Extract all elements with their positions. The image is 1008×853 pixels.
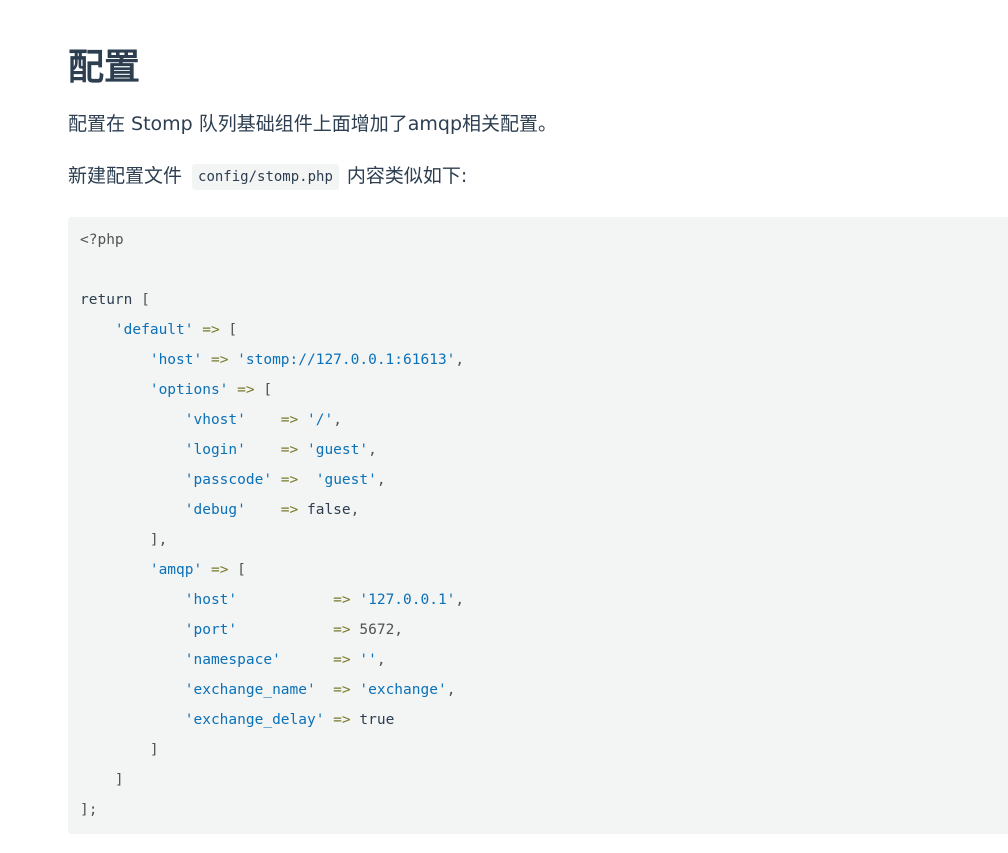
code-token: =>	[228, 382, 264, 398]
code-token: 'exchange_delay'	[184, 712, 325, 728]
code-line: 'host' => 'stomp://127.0.0.1:61613',	[80, 345, 464, 375]
code-token: ,	[368, 442, 377, 458]
code-token: ,	[446, 682, 456, 698]
code-block[interactable]: <?php return [ 'default' => [ 'host' => …	[68, 217, 1008, 834]
code-line: 'port' => 5672,	[80, 615, 464, 645]
code-token: ,	[333, 412, 342, 428]
code-token: =>	[324, 712, 360, 728]
code-token: ,	[350, 502, 360, 518]
code-token: =>	[272, 472, 316, 488]
code-lines: <?php return [ 'default' => [ 'host' => …	[80, 225, 464, 825]
new-file-text: 新建配置文件	[68, 165, 183, 187]
intro-paragraph: 配置在 Stomp 队列基础组件上面增加了amqp相关配置。	[68, 113, 558, 135]
code-token: ,	[455, 352, 465, 368]
code-token: 5672	[359, 622, 395, 638]
code-token: =>	[315, 682, 360, 698]
code-token: 'guest'	[315, 472, 377, 488]
code-token: [	[237, 562, 246, 578]
code-token: ]	[80, 742, 159, 758]
inline-code-filename: config/stomp.php	[192, 164, 339, 190]
code-token: '127.0.0.1'	[359, 592, 456, 608]
code-line: <?php	[80, 225, 464, 255]
code-token: 'debug'	[184, 502, 246, 518]
code-token: =>	[193, 322, 229, 338]
code-token: [	[263, 382, 273, 398]
code-token: 'guest'	[306, 442, 369, 458]
code-line: ],	[80, 525, 464, 555]
code-token: ]	[80, 772, 124, 788]
code-token: ],	[80, 532, 168, 548]
code-line: 'passcode' => 'guest',	[80, 465, 464, 495]
code-line: 'options' => [	[80, 375, 464, 405]
new-file-paragraph: 新建配置文件 config/stomp.php 内容类似如下:	[68, 162, 467, 190]
code-line: 'exchange_name' => 'exchange',	[80, 675, 464, 705]
code-token: 'port'	[184, 622, 238, 638]
code-line: 'default' => [	[80, 315, 464, 345]
code-token: true	[359, 712, 395, 728]
code-token: =>	[202, 352, 238, 368]
code-token: 'host'	[149, 352, 203, 368]
code-token: return	[80, 292, 133, 308]
code-token: 'default'	[114, 322, 194, 338]
code-token: 'namespace'	[184, 652, 281, 668]
code-token: =>	[202, 562, 238, 578]
code-token: <?php	[80, 232, 124, 248]
code-token: 'exchange_name'	[184, 682, 316, 698]
code-token: ''	[359, 652, 377, 668]
code-token: 'host'	[184, 592, 238, 608]
code-line: 'amqp' => [	[80, 555, 464, 585]
code-token: =>	[245, 412, 307, 428]
code-token: ,	[455, 592, 465, 608]
code-line: return [	[80, 285, 464, 315]
code-token: '/'	[306, 412, 334, 428]
code-token: =>	[237, 592, 360, 608]
code-token: =>	[280, 652, 360, 668]
new-file-text-after: 内容类似如下:	[346, 165, 468, 187]
code-token: false	[306, 502, 351, 518]
code-line: ]	[80, 735, 464, 765]
code-line: 'namespace' => '',	[80, 645, 464, 675]
code-line: 'debug' => false,	[80, 495, 464, 525]
code-line: ];	[80, 795, 464, 825]
code-token: 'passcode'	[184, 472, 273, 488]
code-token: 'vhost'	[184, 412, 246, 428]
code-token: ,	[376, 472, 386, 488]
code-token: 'options'	[149, 382, 229, 398]
code-token: 'stomp://127.0.0.1:61613'	[237, 352, 456, 368]
code-line: 'host' => '127.0.0.1',	[80, 585, 464, 615]
code-token: ];	[80, 802, 98, 818]
page-title: 配置	[68, 47, 141, 88]
code-token: =>	[245, 442, 307, 458]
code-token: 'exchange'	[359, 682, 447, 698]
code-token: [	[132, 292, 150, 308]
code-token: =>	[245, 502, 307, 518]
code-line: ]	[80, 765, 464, 795]
code-token: ,	[376, 652, 386, 668]
code-line: 'login' => 'guest',	[80, 435, 464, 465]
code-token: 'login'	[184, 442, 246, 458]
code-line: 'vhost' => '/',	[80, 405, 464, 435]
code-token: 'amqp'	[149, 562, 203, 578]
code-token: [	[228, 322, 238, 338]
code-token: ,	[394, 622, 404, 638]
code-line: 'exchange_delay' => true	[80, 705, 464, 735]
code-token: =>	[237, 622, 360, 638]
